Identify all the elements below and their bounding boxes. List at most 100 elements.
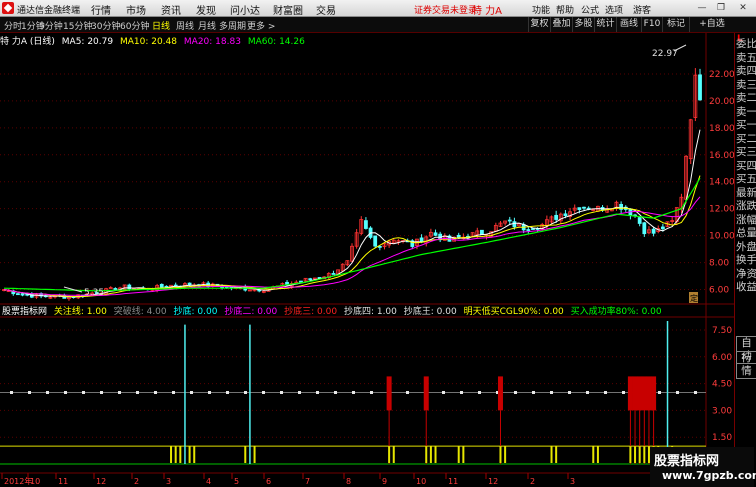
ind-tick-label: 7.50 (712, 326, 732, 336)
side-panel-item-1[interactable]: 卖五 (736, 52, 756, 65)
side-panel-item-12[interactable]: 涨跌 (736, 200, 756, 213)
side-panel-item-4[interactable]: 卖二 (736, 92, 756, 105)
side-panel-item-5[interactable]: 卖一 (736, 106, 756, 119)
red-signal-block (632, 376, 638, 411)
ind-guanzhu: 关注线: 1.00 (53, 307, 107, 317)
yellow-signal-bar (244, 446, 247, 463)
date-tick-label: 5 (234, 477, 239, 486)
toolbar-button-5[interactable]: F10 (641, 17, 662, 32)
menu-help[interactable]: 帮助 (556, 3, 574, 16)
close-icon[interactable]: ✕ (738, 3, 748, 13)
candle-body (480, 229, 484, 235)
period-tab-3[interactable]: 15分钟 (63, 19, 92, 32)
price-tick-label: 8.00 (709, 259, 729, 269)
reference-dot (136, 391, 139, 394)
yellow-signal-bar (188, 446, 191, 463)
red-signal-block (386, 376, 392, 411)
app-logo-icon (2, 2, 14, 14)
reference-dot (658, 391, 661, 394)
candle-body (554, 214, 559, 220)
reference-dot (604, 391, 607, 394)
side-panel-item-20[interactable]: 行情 (736, 351, 756, 379)
minimize-icon[interactable]: — (697, 3, 707, 13)
high-price-pointer (673, 44, 687, 52)
yellow-signal-bar (429, 446, 432, 463)
side-panel-item-15[interactable]: 外盘 (736, 241, 756, 254)
menu-discover[interactable]: 发现 (196, 2, 216, 17)
candle-body (364, 220, 368, 229)
menu-trade[interactable]: 交易 (316, 2, 336, 17)
reference-dot (298, 391, 301, 394)
side-panel-item-14[interactable]: 总量 (736, 227, 756, 240)
period-tab-5[interactable]: 60分钟 (120, 19, 149, 32)
menu-market[interactable]: 行情 (91, 2, 111, 17)
date-tick-label: 12 (96, 477, 106, 486)
side-panel-item-11[interactable]: 最新 (736, 187, 756, 200)
toolbar-button-2[interactable]: 多股 (572, 17, 594, 32)
red-signal-block (423, 376, 429, 411)
toolbar-button-7[interactable]: +自选 (689, 17, 734, 32)
menu-ask[interactable]: 问小达 (230, 2, 260, 17)
period-tab-10[interactable]: 更多 > (247, 19, 275, 32)
ind-chaodi2: 抄底二: 0.00 (224, 307, 278, 317)
yellow-signal-bar (425, 446, 428, 463)
period-tab-2[interactable]: 5分钟 (39, 19, 63, 32)
menu-function[interactable]: 功能 (532, 3, 550, 16)
side-panel-item-2[interactable]: 卖四 (736, 65, 756, 78)
yellow-signal-bar (457, 446, 460, 463)
restore-icon[interactable]: ❐ (716, 3, 726, 13)
period-tab-8[interactable]: 月线 (198, 19, 216, 32)
toolbar-button-0[interactable]: 复权 (528, 17, 550, 32)
candle-body (698, 74, 702, 101)
yellow-signal-bar (179, 446, 182, 463)
reference-dot (406, 391, 409, 394)
menu-options[interactable]: 选项 (605, 3, 623, 16)
login-warning[interactable]: 证券交易未登录 (414, 3, 477, 16)
reference-dot (460, 391, 463, 394)
side-panel-item-18[interactable]: 收益 (736, 281, 756, 294)
menu-guest[interactable]: 游客 (633, 3, 651, 16)
toolbar-button-3[interactable]: 统计 (594, 17, 616, 32)
date-tick-label: 6 (266, 477, 271, 486)
menu-formula[interactable]: 公式 (581, 3, 599, 16)
toolbar-button-1[interactable]: 叠加 (550, 17, 572, 32)
menu-wealth[interactable]: 财富圈 (273, 2, 303, 17)
yellow-signal-bar (555, 446, 558, 463)
candle-body (507, 219, 512, 222)
period-tab-6[interactable]: 日线 (152, 19, 170, 32)
indicator-name[interactable]: 股票指标网 (2, 307, 47, 317)
red-signal-block (651, 376, 657, 411)
candle-body (563, 213, 568, 216)
kline-chart[interactable]: 22.00 20.00 18.00 16.00 14.00 12.00 10.00 8.00 6… (0, 33, 734, 487)
yellow-signal-bar (638, 446, 641, 463)
yellow-signal-bar (643, 446, 646, 463)
low-price-label: 5.35 (84, 288, 104, 298)
candle-body (433, 232, 438, 236)
reference-dot (172, 391, 175, 394)
period-tab-4[interactable]: 30分钟 (91, 19, 120, 32)
side-panel-item-8[interactable]: 买三 (736, 146, 756, 159)
side-panel-item-16[interactable]: 换手 (736, 254, 756, 267)
side-panel-item-7[interactable]: 买二 (736, 133, 756, 146)
period-tab-7[interactable]: 周线 (176, 19, 194, 32)
toolbar-button-4[interactable]: 画线 (616, 17, 641, 32)
reference-dot (28, 391, 31, 394)
red-signal-block (627, 376, 633, 411)
menu-news[interactable]: 资讯 (161, 2, 181, 17)
side-panel-item-0[interactable]: 委比 (736, 38, 756, 51)
reference-dot (154, 391, 157, 394)
reference-dot (118, 391, 121, 394)
reference-dot (532, 391, 535, 394)
menu-markets[interactable]: 市场 (126, 2, 146, 17)
reference-dot (10, 391, 13, 394)
side-panel-item-3[interactable]: 卖三 (736, 79, 756, 92)
reference-dot (550, 391, 553, 394)
side-panel-item-13[interactable]: 涨幅 (736, 214, 756, 227)
period-tab-9[interactable]: 多周期 (219, 19, 246, 32)
side-panel-item-6[interactable]: 买一 (736, 119, 756, 132)
side-panel-item-10[interactable]: 买五 (736, 173, 756, 186)
toolbar-button-6[interactable]: 标记 (662, 17, 689, 32)
side-panel-item-17[interactable]: 净资 (736, 268, 756, 281)
period-tab-0[interactable]: 分时 (4, 19, 22, 32)
side-panel-item-9[interactable]: 买四 (736, 160, 756, 173)
